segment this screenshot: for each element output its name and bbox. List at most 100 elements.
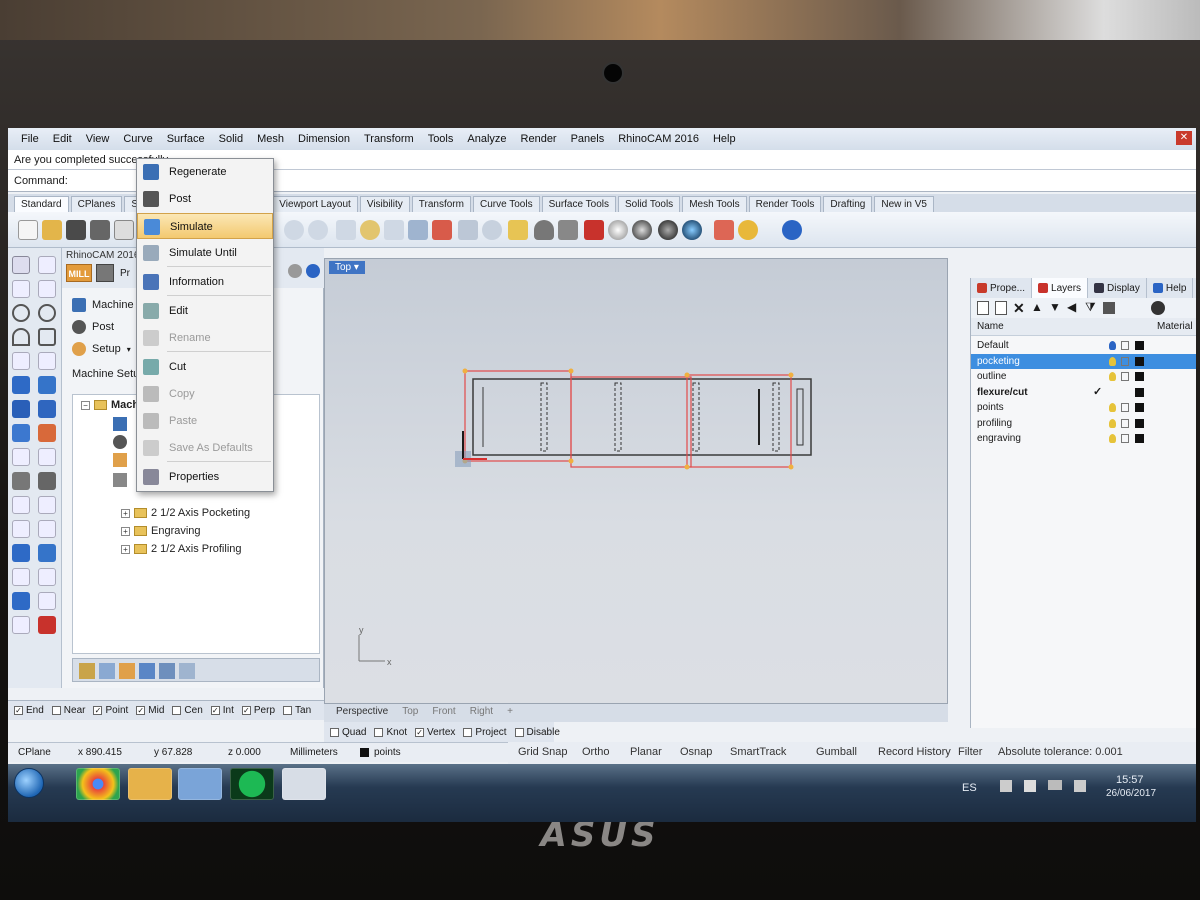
toggle-grid-snap[interactable]: Grid Snap <box>518 746 568 758</box>
window-close-button[interactable]: ✕ <box>1176 131 1192 145</box>
lock-icon[interactable] <box>1121 418 1129 428</box>
ctx-item-paste[interactable]: Paste <box>137 408 273 434</box>
menu-dimension[interactable]: Dimension <box>291 133 357 145</box>
ctx-item-simulate[interactable]: Simulate <box>137 213 273 239</box>
checkbox-icon[interactable]: ✓ <box>210 706 220 715</box>
menu-edit[interactable]: Edit <box>46 133 79 145</box>
checkbox-icon[interactable] <box>463 727 473 737</box>
osnap-icon[interactable] <box>482 220 502 240</box>
machine-button[interactable]: Machine <box>72 298 134 312</box>
ellipse-icon[interactable] <box>38 304 56 322</box>
lock-icon[interactable] <box>558 220 578 240</box>
ctx-item-edit[interactable]: Edit <box>137 298 273 324</box>
checkbox-icon[interactable]: ✓ <box>136 706 146 715</box>
viewport-layout-icon[interactable] <box>408 220 428 240</box>
panel-tab-prope[interactable]: Prope... <box>971 278 1033 298</box>
program-tab-label[interactable]: Pr <box>120 268 130 279</box>
zoom-window-icon[interactable] <box>284 220 304 240</box>
tree-item-profiling[interactable]: + 2 1/2 Axis Profiling <box>121 543 242 555</box>
arc-icon[interactable] <box>12 328 30 346</box>
top-viewport[interactable]: Top ▾ y x <box>324 258 948 704</box>
setup-button[interactable]: Setup ▾ <box>72 342 131 356</box>
panel-tab-display[interactable]: Display <box>1088 278 1147 298</box>
visibility-bulb-icon[interactable] <box>1109 434 1116 443</box>
clock-date[interactable]: 26/06/2017 <box>1106 788 1156 799</box>
tree-item-engraving[interactable]: + Engraving <box>121 525 201 537</box>
light-icon[interactable] <box>534 220 554 240</box>
material-sphere-icon[interactable] <box>682 220 702 240</box>
menu-analyze[interactable]: Analyze <box>460 133 513 145</box>
toggle-planar[interactable]: Planar <box>630 746 662 758</box>
toolpath-icon[interactable] <box>79 663 95 679</box>
menu-transform[interactable]: Transform <box>357 133 421 145</box>
ctx-item-copy[interactable]: Copy <box>137 381 273 407</box>
panel-gear-icon[interactable] <box>288 264 302 278</box>
ctx-item-save-as-defaults[interactable]: Save As Defaults <box>137 435 273 461</box>
tree-item-pocketing[interactable]: + 2 1/2 Axis Pocketing <box>121 507 250 519</box>
notes-icon[interactable] <box>178 768 222 800</box>
tab-transform[interactable]: Transform <box>411 196 471 212</box>
ctx-item-post[interactable]: Post <box>137 186 273 212</box>
ghosted-sphere-icon[interactable] <box>658 220 678 240</box>
layer-color-swatch[interactable] <box>1135 372 1144 381</box>
text-icon[interactable] <box>38 352 56 370</box>
tab-solid-tools[interactable]: Solid Tools <box>618 196 681 212</box>
network-icon[interactable] <box>1000 780 1012 792</box>
osnap-cen[interactable]: Cen <box>172 705 203 716</box>
check-icon[interactable] <box>38 568 56 586</box>
mirror-icon[interactable] <box>12 544 30 562</box>
checkbox-icon[interactable] <box>283 706 293 715</box>
layer-tools-icon[interactable] <box>1103 302 1115 314</box>
point-icon[interactable] <box>38 256 56 274</box>
expand-icon[interactable]: + <box>121 544 130 554</box>
tab-drafting[interactable]: Drafting <box>823 196 873 212</box>
osnap-near[interactable]: Near <box>51 705 85 716</box>
lock-icon[interactable] <box>1121 356 1129 366</box>
move-up-icon[interactable]: ▲ <box>1031 300 1043 314</box>
start-button[interactable] <box>14 768 44 798</box>
part-drawing[interactable]: y x <box>325 259 949 705</box>
checkbox-icon[interactable] <box>51 706 61 715</box>
osnap-vertex[interactable]: ✓ Vertex <box>415 726 455 738</box>
menu-tools[interactable]: Tools <box>421 133 461 145</box>
menu-curve[interactable]: Curve <box>116 133 159 145</box>
layer-color-swatch[interactable] <box>1135 387 1144 397</box>
checkbox-icon[interactable] <box>374 727 384 737</box>
zoom-target-icon[interactable] <box>360 220 380 240</box>
join-icon[interactable] <box>38 472 56 490</box>
osnap-project[interactable]: Project <box>463 726 507 738</box>
ctx-item-regenerate[interactable]: Regenerate <box>137 159 273 185</box>
menu-render[interactable]: Render <box>514 133 564 145</box>
osnap-perp[interactable]: ✓ Perp <box>241 705 275 716</box>
clock-time[interactable]: 15:57 <box>1116 774 1144 786</box>
lock-icon[interactable] <box>1121 403 1129 412</box>
grid-icon[interactable] <box>458 220 478 240</box>
curvature-icon[interactable] <box>38 592 56 610</box>
ctx-item-cut[interactable]: Cut <box>137 354 273 380</box>
toggle-record-history[interactable]: Record History <box>878 746 951 758</box>
checkbox-icon[interactable]: ✓ <box>241 706 251 715</box>
viewport-tab-add[interactable]: + <box>501 704 519 722</box>
lock-icon[interactable] <box>1121 434 1129 443</box>
toggle-osnap[interactable]: Osnap <box>680 746 712 758</box>
move-icon[interactable] <box>12 496 30 514</box>
osnap-point[interactable]: ✓ Point <box>93 705 128 716</box>
visibility-bulb-icon[interactable] <box>1109 418 1116 428</box>
turn-mode-icon[interactable] <box>96 264 114 282</box>
post-button[interactable]: Post <box>72 320 114 334</box>
tool-icon[interactable] <box>119 663 135 679</box>
tab-surface-tools[interactable]: Surface Tools <box>541 196 616 212</box>
select-arrow-icon[interactable] <box>12 256 30 274</box>
checkbox-icon[interactable]: ✓ <box>14 706 23 715</box>
checkbox-icon[interactable]: ✓ <box>415 727 425 737</box>
layer-color-swatch[interactable] <box>1135 403 1144 412</box>
layer-row[interactable]: profiling <box>971 416 1196 431</box>
shaded-sphere-icon[interactable] <box>608 220 628 240</box>
menu-help[interactable]: Help <box>706 133 743 145</box>
panel-help-icon[interactable] <box>306 264 320 278</box>
menu-file[interactable]: File <box>14 133 46 145</box>
layer-row[interactable]: Default <box>971 338 1196 353</box>
feeds-icon[interactable] <box>139 663 155 679</box>
menu-mesh[interactable]: Mesh <box>250 133 291 145</box>
box-icon[interactable] <box>38 400 56 418</box>
